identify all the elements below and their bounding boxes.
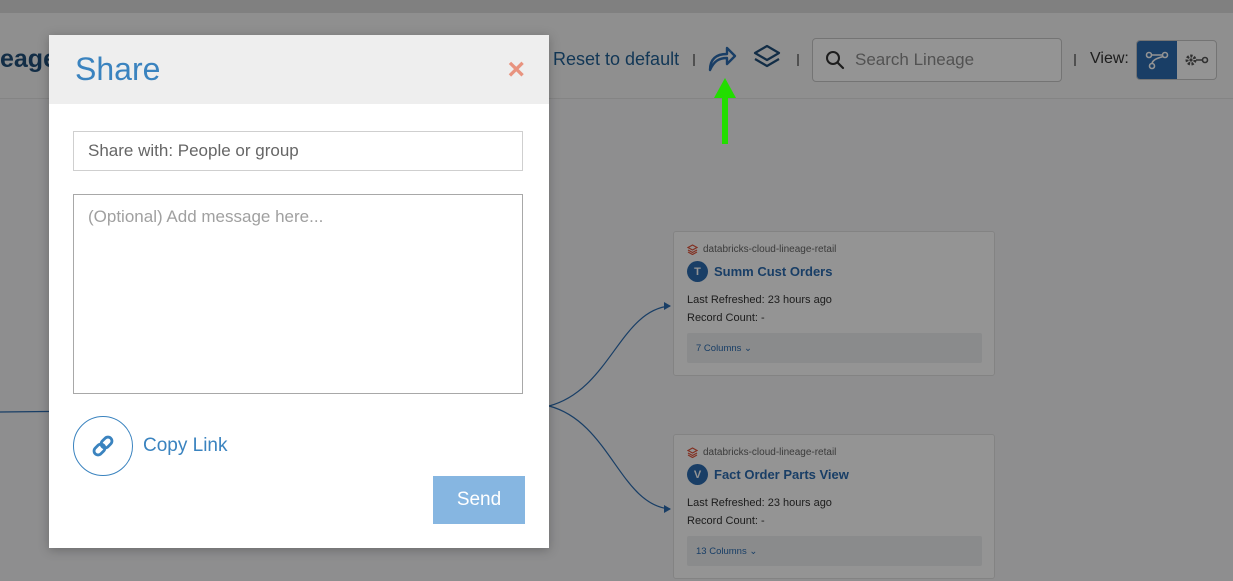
send-button[interactable]: Send <box>433 476 525 524</box>
annotation-arrow <box>714 78 736 144</box>
share-modal: Share × Copy Link Send <box>49 35 549 548</box>
copy-link-circle[interactable] <box>73 416 133 476</box>
copy-link-label[interactable]: Copy Link <box>143 435 228 457</box>
modal-header: Share × <box>49 35 549 104</box>
share-with-input[interactable] <box>73 131 523 171</box>
close-button[interactable]: × <box>507 54 525 85</box>
modal-title: Share <box>75 51 161 87</box>
message-textarea[interactable] <box>73 194 523 394</box>
link-icon <box>92 435 114 457</box>
copy-link-button[interactable]: Copy Link <box>73 416 228 476</box>
